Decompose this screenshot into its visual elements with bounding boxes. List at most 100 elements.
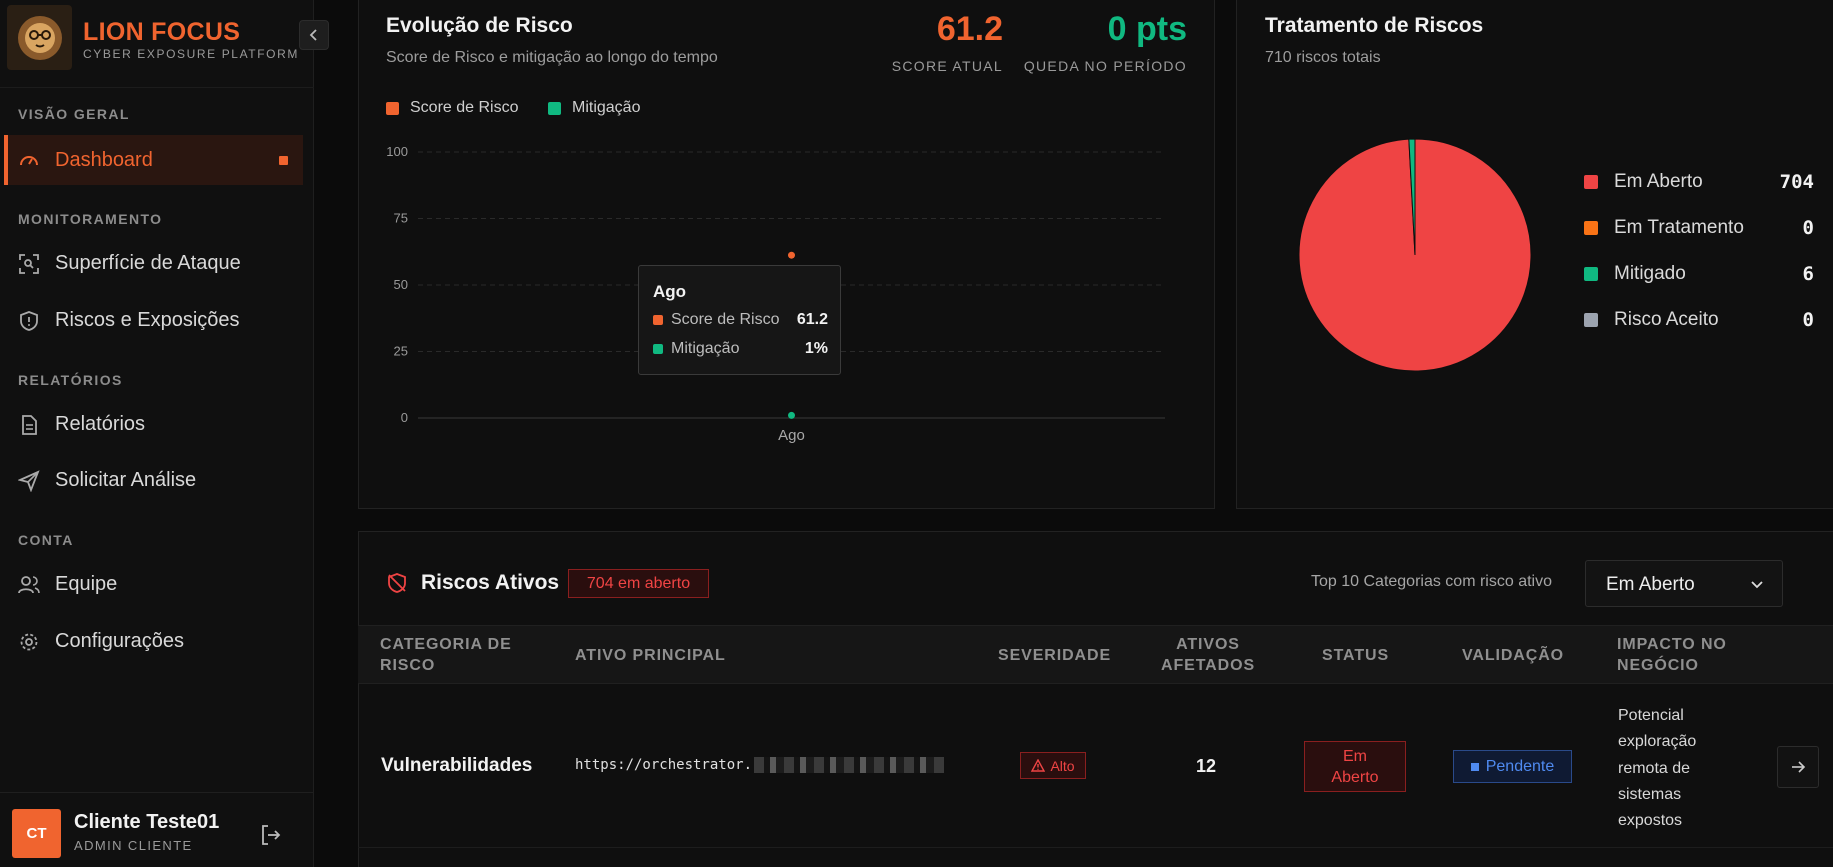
th-status[interactable]: STATUS <box>1322 645 1389 666</box>
th-validation[interactable]: VALIDAÇÃO <box>1462 645 1564 666</box>
y-tick-label: 50 <box>394 277 408 292</box>
sidebar-item-label: Configurações <box>55 629 184 652</box>
tooltip-value: 1% <box>804 340 828 357</box>
y-tick-label: 75 <box>394 211 408 226</box>
legend-swatch <box>1584 313 1598 327</box>
arrow-right-icon <box>1792 761 1806 773</box>
tooltip-label: Mitigação <box>671 340 740 357</box>
tooltip-value: 61.2 <box>796 311 828 328</box>
th-affected[interactable]: ATIVOS AFETADOS <box>1161 634 1255 676</box>
legend-label: Mitigado <box>1614 263 1686 284</box>
sidebar-item-risks[interactable]: Riscos e Exposições <box>4 295 303 345</box>
y-tick-label: 0 <box>401 410 408 425</box>
sidebar-item-request-analysis[interactable]: Solicitar Análise <box>4 455 303 505</box>
th-category-line2: RISCO <box>380 657 436 674</box>
scan-icon <box>19 254 39 274</box>
row-details-button[interactable] <box>1777 746 1819 788</box>
legend-label: Em Tratamento <box>1614 217 1744 238</box>
validation-label: Pendente <box>1485 757 1555 775</box>
impact-line: Potencial <box>1618 707 1684 724</box>
risk-evolution-title: Evolução de Risco <box>386 14 573 37</box>
warning-icon <box>1031 758 1046 772</box>
user-name: Cliente Teste01 <box>74 811 220 833</box>
logout-icon[interactable] <box>259 823 283 847</box>
legend-value: 704 <box>1779 171 1814 193</box>
data-point-mitigation[interactable] <box>788 411 795 419</box>
sidebar-item-label: Riscos e Exposições <box>55 308 240 331</box>
redacted-block <box>754 757 945 773</box>
status-line1: Em <box>1343 748 1367 765</box>
section-label-reports: RELATÓRIOS <box>18 372 123 388</box>
brand-title: LION FOCUS <box>83 18 241 46</box>
brand-subtitle: CYBER EXPOSURE PLATFORM <box>83 47 299 61</box>
pie-legend-open: Em Aberto 704 <box>1584 171 1814 193</box>
th-asset[interactable]: ATIVO PRINCIPAL <box>575 645 726 666</box>
sidebar-item-label: Equipe <box>55 572 118 595</box>
chevron-down-icon <box>1751 581 1763 589</box>
data-point-score[interactable] <box>788 251 795 259</box>
th-affected-line1: ATIVOS <box>1176 636 1240 653</box>
user-role: ADMIN CLIENTE <box>74 838 193 853</box>
current-score-label: SCORE ATUAL <box>891 58 1003 74</box>
th-impact-line1: IMPACTO NO <box>1617 636 1727 653</box>
legend-value: 6 <box>1802 263 1814 285</box>
sidebar-item-label: Relatórios <box>55 412 146 435</box>
shield-icon <box>20 311 38 331</box>
impact-line: exploração <box>1618 733 1697 751</box>
sidebar: LION FOCUS CYBER EXPOSURE PLATFORM VISÃO… <box>0 0 329 867</box>
status-badge: Em Aberto <box>1304 741 1406 792</box>
status-filter-select[interactable]: Em Aberto <box>1585 560 1783 607</box>
impact-line: sistemas <box>1618 785 1682 803</box>
pie-legend-accepted: Risco Aceito 0 <box>1584 309 1814 331</box>
period-drop-value: 0 pts <box>1107 10 1187 48</box>
tooltip-row-mitigation: Mitigação <box>653 340 739 358</box>
current-score-value: 61.2 <box>936 10 1003 48</box>
lion-logo <box>7 5 72 70</box>
status-line2: Aberto <box>1331 769 1379 786</box>
th-impact[interactable]: IMPACTO NO NEGÓCIO <box>1617 634 1727 676</box>
sidebar-item-reports[interactable]: Relatórios <box>4 399 303 449</box>
th-category[interactable]: CATEGORIA DE RISCO <box>380 634 512 676</box>
impact-line: remota de <box>1618 759 1691 777</box>
severity-badge: Alto <box>1020 752 1086 779</box>
legend-label: Score de Risco <box>410 99 519 116</box>
active-risks-title: Riscos Ativos <box>421 571 560 594</box>
chevron-left-icon <box>309 29 317 41</box>
legend-label: Em Aberto <box>1614 171 1703 192</box>
chart-tooltip: Ago Score de Risco 61.2 Mitigação 1% <box>638 265 841 375</box>
legend-swatch <box>1584 267 1598 281</box>
th-severity[interactable]: SEVERIDADE <box>998 645 1111 666</box>
th-impact-line2: NEGÓCIO <box>1617 657 1699 674</box>
tooltip-label: Score de Risco <box>671 311 780 328</box>
gauge-icon <box>20 156 38 166</box>
collapse-sidebar-button[interactable] <box>299 20 329 50</box>
sidebar-item-team[interactable]: Equipe <box>4 559 303 609</box>
pie-legend-in-treatment: Em Tratamento 0 <box>1584 217 1814 239</box>
filter-label: Top 10 Categorias com risco ativo <box>1311 573 1552 590</box>
legend-value: 0 <box>1802 309 1814 331</box>
select-value: Em Aberto <box>1606 574 1695 595</box>
sidebar-item-label: Superfície de Ataque <box>55 251 241 274</box>
section-label-monitoring: MONITORAMENTO <box>18 211 163 227</box>
legend-mitigation[interactable]: Mitigação <box>548 99 640 117</box>
pie-legend-mitigated: Mitigado 6 <box>1584 263 1814 285</box>
asset-url: https://orchestrator. <box>575 757 753 773</box>
app-root: LION FOCUS CYBER EXPOSURE PLATFORM VISÃO… <box>0 0 1833 867</box>
user-profile: CT Cliente Teste01 ADMIN CLIENTE <box>0 792 314 867</box>
validation-dot <box>1470 762 1479 771</box>
th-affected-line2: AFETADOS <box>1161 657 1256 674</box>
tooltip-title: Ago <box>653 282 687 301</box>
risk-evolution-subtitle: Score de Risco e mitigação ao longo do t… <box>386 49 718 66</box>
legend-value: 0 <box>1802 217 1814 239</box>
section-label-account: CONTA <box>18 532 74 548</box>
sidebar-item-attack-surface[interactable]: Superfície de Ataque <box>4 238 303 288</box>
legend-score[interactable]: Score de Risco <box>386 99 519 117</box>
tooltip-swatch <box>653 315 663 325</box>
risk-treatment-subtitle: 710 riscos totais <box>1265 49 1381 66</box>
sidebar-item-dashboard[interactable]: Dashboard <box>4 135 303 185</box>
shield-off-icon <box>388 573 406 593</box>
sidebar-item-settings[interactable]: Configurações <box>4 616 303 666</box>
document-icon <box>22 415 37 435</box>
y-tick-label: 100 <box>386 144 408 159</box>
brand-header: LION FOCUS CYBER EXPOSURE PLATFORM <box>0 0 314 88</box>
